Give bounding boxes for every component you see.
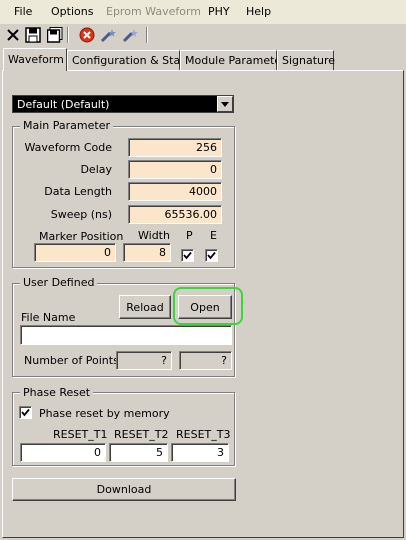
tab-waveform[interactable]: Waveform — [3, 48, 67, 71]
toolbar-separator — [146, 27, 148, 43]
save-icon[interactable] — [24, 26, 42, 44]
phase-reset-by-memory-checkbox[interactable] — [19, 406, 32, 419]
reset-t3-label: RESET_T3 — [176, 428, 231, 441]
wand-icon[interactable] — [100, 26, 118, 44]
delay-field[interactable]: 0 — [128, 160, 222, 179]
p-checkbox[interactable] — [181, 249, 194, 262]
marker-position-field[interactable]: 0 — [34, 243, 116, 262]
main-parameter-title: Main Parameter — [20, 119, 113, 132]
waveform-code-label: Waveform Code — [24, 141, 113, 154]
data-length-label: Data Length — [44, 185, 112, 198]
check-icon — [207, 251, 216, 260]
phase-reset-title: Phase Reset — [20, 386, 94, 399]
marker-position-label: Marker Position — [39, 230, 124, 243]
reset-t1-field[interactable]: 0 — [20, 443, 106, 462]
user-defined-title: User Defined — [20, 276, 98, 289]
toolbar-separator — [67, 27, 69, 43]
tab-configuration-status[interactable]: Configuration & Status — [67, 50, 197, 70]
width-field[interactable]: 8 — [123, 243, 171, 262]
chevron-down-icon[interactable] — [217, 96, 233, 112]
file-name-field[interactable] — [20, 325, 232, 345]
menu-eprom-waveform[interactable]: Eprom Waveform — [106, 5, 201, 18]
points-field-2: ? — [179, 351, 232, 370]
sweep-label: Sweep (ns) — [50, 208, 112, 221]
reset-t3-field[interactable]: 3 — [171, 443, 229, 462]
menu-options[interactable]: Options — [51, 5, 93, 18]
waveform-code-field[interactable]: 256 — [128, 138, 222, 157]
menu-help[interactable]: Help — [246, 5, 271, 18]
reset-t2-field[interactable]: 5 — [109, 443, 168, 462]
reload-button[interactable]: Reload — [119, 295, 171, 319]
data-length-field[interactable]: 4000 — [128, 182, 222, 201]
p-label: P — [186, 229, 193, 242]
waveform-select[interactable]: Default (Default) — [12, 95, 234, 113]
menu-file[interactable]: File — [14, 5, 32, 18]
check-icon — [183, 251, 192, 260]
reset-t1-label: RESET_T1 — [53, 428, 108, 441]
menu-bar: File Options Eprom Waveform PHY Help — [0, 0, 406, 24]
e-label: E — [210, 229, 217, 242]
tab-signature[interactable]: Signature — [277, 50, 335, 70]
open-button[interactable]: Open — [178, 295, 232, 319]
close-icon[interactable] — [4, 26, 22, 44]
stop-icon[interactable] — [78, 26, 96, 44]
delay-label: Delay — [80, 163, 112, 176]
file-name-label: File Name — [21, 311, 76, 324]
check-icon — [21, 408, 30, 417]
download-button[interactable]: Download — [12, 478, 236, 501]
save-all-icon[interactable] — [46, 26, 64, 44]
number-of-points-label: Number of Points — [24, 354, 119, 367]
waveform-select-value: Default (Default) — [17, 98, 110, 111]
sweep-field[interactable]: 65536.00 — [128, 205, 222, 224]
menu-phy[interactable]: PHY — [208, 5, 230, 18]
toolbar — [0, 24, 406, 46]
points-field-1: ? — [116, 351, 172, 370]
reset-t2-label: RESET_T2 — [114, 428, 169, 441]
tab-module-parameter[interactable]: Module Parameter — [180, 50, 286, 70]
width-label: Width — [138, 229, 170, 242]
phase-reset-by-memory-label: Phase reset by memory — [39, 407, 170, 420]
e-checkbox[interactable] — [205, 249, 218, 262]
wand-alt-icon[interactable] — [122, 26, 140, 44]
